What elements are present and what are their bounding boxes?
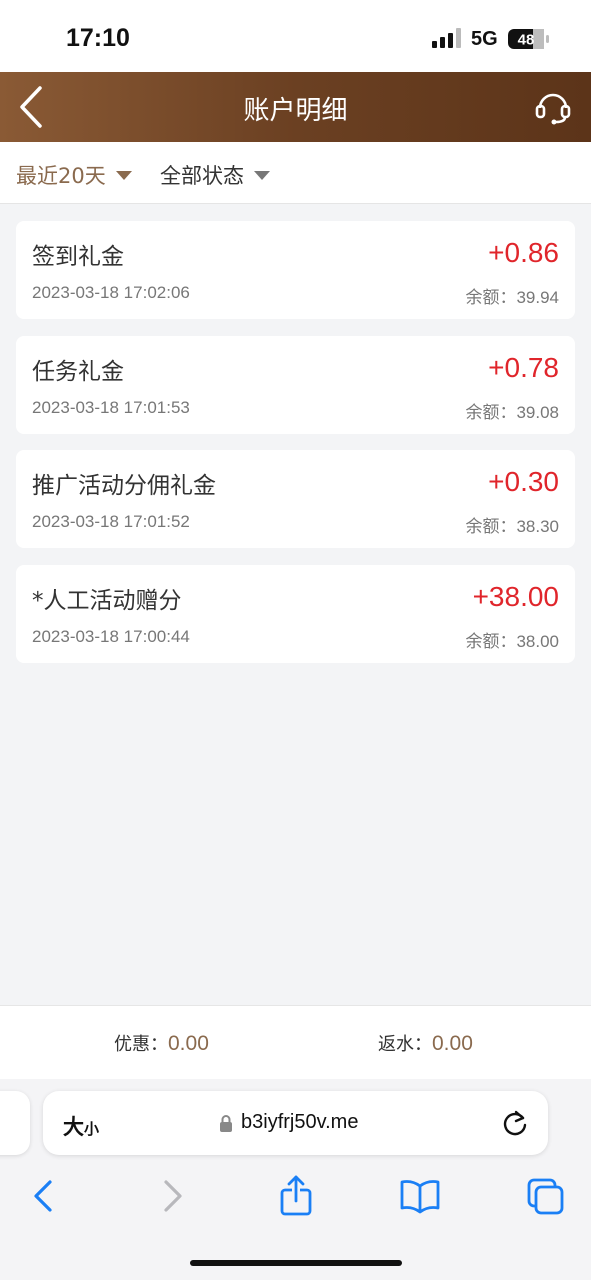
balance-value: 39.94 [516,288,559,307]
balance-label: 余额： [465,517,517,537]
caret-down-icon [254,170,270,180]
header-bar: 账户明细 [0,72,591,142]
record-title: 推广活动分佣礼金 [32,473,216,499]
forward-arrow-icon[interactable] [150,1174,194,1218]
record-title: 签到礼金 [32,244,124,270]
address-bar[interactable]: 大小 b3iyfrj50v.me [43,1091,548,1155]
previous-tab-peek[interactable] [0,1091,30,1155]
record-card[interactable]: 签到礼金 +0.86 2023-03-18 17:02:06 余额：39.94 [16,221,575,319]
record-amount: +38.00 [472,581,559,612]
status-filter-dropdown[interactable]: 全部状态 [160,160,270,190]
record-card[interactable]: *人工活动赠分 +38.00 2023-03-18 17:00:44 余额：38… [16,565,575,663]
record-card[interactable]: 推广活动分佣礼金 +0.30 2023-03-18 17:01:52 余额：38… [16,450,575,548]
battery-level: 48 [518,32,535,49]
record-amount: +0.78 [488,352,559,383]
filter-bar: 最近20天 全部状态 [0,142,591,204]
rebate-summary: 返水： 0.00 [378,1030,473,1056]
status-bar: 17:10 5G 48 [0,0,591,72]
tabs-icon[interactable] [523,1174,567,1218]
days-filter-dropdown[interactable]: 最近20天 [16,160,132,190]
battery-icon: 48 [508,29,549,49]
balance-value: 39.08 [516,403,559,422]
headset-icon[interactable] [534,88,572,126]
bookmarks-icon[interactable] [398,1174,442,1218]
status-time: 17:10 [66,24,130,52]
rebate-label: 返水： [378,1034,432,1055]
days-filter-label: 最近20天 [16,164,106,188]
url-text[interactable]: b3iyfrj50v.me [241,1111,358,1134]
record-card[interactable]: 任务礼金 +0.78 2023-03-18 17:01:53 余额：39.08 [16,336,575,434]
balance-label: 余额： [465,403,517,423]
share-icon[interactable] [274,1174,318,1218]
rebate-value: 0.00 [432,1032,473,1055]
record-time: 2023-03-18 17:01:52 [32,512,190,531]
record-balance: 余额：39.08 [465,398,559,423]
record-title: *人工活动赠分 [32,588,182,614]
back-arrow-icon[interactable] [22,1174,66,1218]
record-time: 2023-03-18 17:00:44 [32,627,190,646]
record-title: 任务礼金 [32,359,124,385]
record-balance: 余额：38.30 [465,512,559,537]
text-size-button[interactable]: 大小 [63,1111,99,1141]
record-balance: 余额：38.00 [465,627,559,652]
discount-summary: 优惠： 0.00 [114,1030,209,1056]
record-amount: +0.30 [488,466,559,497]
record-time: 2023-03-18 17:01:53 [32,398,190,417]
balance-label: 余额： [465,288,517,308]
balance-label: 余额： [465,632,517,652]
discount-label: 优惠： [114,1034,168,1055]
network-type: 5G [471,28,498,50]
status-filter-label: 全部状态 [160,164,244,188]
balance-value: 38.30 [516,517,559,536]
record-time: 2023-03-18 17:02:06 [32,283,190,302]
balance-value: 38.00 [516,632,559,651]
text-size-small: 小 [84,1120,100,1138]
record-amount: +0.86 [488,237,559,268]
lock-icon [220,1115,232,1132]
text-size-big: 大 [63,1115,84,1139]
caret-down-icon [115,170,132,180]
page-title: 账户明细 [243,96,348,126]
signal-bars-icon [432,28,461,48]
record-balance: 余额：39.94 [465,283,559,308]
discount-value: 0.00 [168,1032,209,1055]
summary-bar: 优惠： 0.00 返水： 0.00 [0,1005,591,1079]
home-indicator [190,1260,402,1266]
reload-icon[interactable] [501,1109,529,1137]
browser-chrome: 大小 b3iyfrj50v.me [0,1079,591,1280]
